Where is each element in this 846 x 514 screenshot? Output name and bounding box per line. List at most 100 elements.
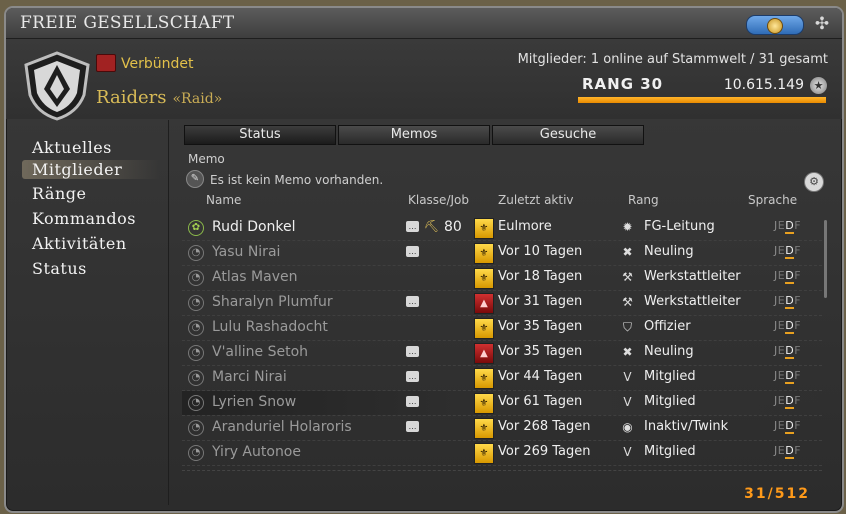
lang-f: F [794,444,802,457]
chat-bubble-icon[interactable]: … [406,221,419,232]
grand-company-icon: ⚜ [474,318,494,339]
company-crest-button[interactable] [746,15,804,35]
lang-f: F [794,294,802,307]
lang-d: D [785,344,795,359]
member-name: Lulu Rashadocht [212,319,328,335]
job-level: 80 [444,219,462,235]
chat-bubble-icon[interactable]: … [406,421,419,432]
job-icon: ⛏ [424,219,440,233]
offline-status-icon: ◔ [188,370,204,386]
member-name: Atlas Maven [212,269,298,285]
table-row[interactable]: ◔ Atlas Maven ⚜ Vor 18 Tagen ⚒ Werkstattleite… [182,266,822,291]
col-language[interactable]: Sprache [748,193,797,207]
scrollbar[interactable] [824,220,827,298]
lang-d: D [785,394,795,409]
settings-icon[interactable]: ⚙ [804,172,824,192]
member-rank: Mitglied [644,394,696,409]
member-rank: Mitglied [644,444,696,459]
list-divider [182,470,822,471]
sidebar-item-status[interactable]: Status [32,259,87,278]
col-name[interactable]: Name [206,193,241,207]
tab-memos[interactable]: Memos [338,125,490,145]
member-name: Yasu Nirai [212,244,281,260]
lang-f: F [794,394,802,407]
sidebar-item-raenge[interactable]: Ränge [32,184,86,203]
table-row[interactable]: ◔ Marci Nirai … ⚜ Vor 44 Tagen V Mitglied JEDF [182,366,822,391]
close-icon[interactable]: ✣ [812,14,832,34]
lang-d: D [785,244,795,259]
lang-d: D [785,294,795,309]
table-row[interactable]: ◔ Sharalyn Plumfur … ▲ Vor 31 Tagen ⚒ Werkstat… [182,291,822,316]
grand-company-icon: ⚜ [474,443,494,464]
chat-bubble-icon[interactable]: … [406,371,419,382]
chat-bubble-icon[interactable]: … [406,396,419,407]
offline-status-icon: ◔ [188,345,204,361]
member-rank: Werkstattleiter [644,294,741,309]
x-icon: ✖ [622,345,633,359]
language-flags: JEDF [774,444,802,459]
lang-f: F [794,319,802,332]
grand-company-icon: ⚜ [474,268,494,289]
fc-rank: RANG 30 [582,75,664,93]
sidebar-item-aktuelles[interactable]: Aktuelles [32,138,112,157]
tab-gesuche[interactable]: Gesuche [492,125,644,145]
alliance-icon [96,54,116,72]
seal-icon [767,18,783,34]
table-row[interactable]: ◔ Lulu Rashadocht ⚜ Vor 35 Tagen ⛉ Offizier JE… [182,316,822,341]
title-bar[interactable]: FREIE GESELLSCHAFT ✣ [6,8,842,39]
table-row[interactable]: ◔ Lyrien Snow … ⚜ Vor 61 Tagen V Mitglied JEDF [182,391,822,416]
member-name: Marci Nirai [212,369,287,385]
lang-f: F [794,419,802,432]
table-row[interactable]: ✿ Rudi Donkel … ⛏ 80 ⚜ Eulmore ✹ FG-Leitung JEDF [182,216,822,241]
lang-d: D [785,369,795,384]
member-rank: Inaktiv/Twink [644,419,729,434]
lang-f: F [794,244,802,257]
col-rank[interactable]: Rang [628,193,659,207]
member-name: Rudi Donkel [212,219,296,235]
chat-bubble-icon[interactable]: … [406,346,419,357]
last-active: Eulmore [498,219,552,234]
col-last-active[interactable]: Zuletzt aktiv [498,193,574,207]
member-name: V'alline Setoh [212,344,309,360]
last-active: Vor 269 Tagen [498,444,591,459]
member-name: Lyrien Snow [212,394,297,410]
table-row[interactable]: ◔ Aranduriel Holaroris … ⚜ Vor 268 Tagen ◉ Ina… [182,416,822,441]
grand-company-icon: ⚜ [474,368,494,389]
chat-bubble-icon[interactable]: … [406,246,419,257]
table-row[interactable]: ◔ V'alline Setoh … ▲ Vor 35 Tagen ✖ Neuling JED… [182,341,822,366]
shield-icon: ⛉ [622,320,632,334]
v-icon: V [623,395,632,409]
member-name: Sharalyn Plumfur [212,294,333,310]
table-row[interactable]: ◔ Yiry Autonoe ⚜ Vor 269 Tagen V Mitglied JEDF [182,441,822,466]
table-row[interactable]: ◔ Yasu Nirai … ⚜ Vor 10 Tagen ✖ Neuling JEDF [182,241,822,266]
member-rank: Offizier [644,319,691,334]
tab-status[interactable]: Status [184,125,336,145]
credits-icon: ★ [809,76,828,95]
col-class-job[interactable]: Klasse/Job [408,193,469,207]
window-title: FREIE GESELLSCHAFT [20,13,235,33]
last-active: Vor 10 Tagen [498,244,583,259]
sidebar-item-aktivitaeten[interactable]: Aktivitäten [32,234,127,253]
language-flags: JEDF [774,294,802,309]
rank-progress-bar [578,97,826,103]
last-active: Vor 35 Tagen [498,344,583,359]
sidebar-item-mitglieder[interactable]: Mitglieder [22,160,160,179]
member-rank: Neuling [644,244,694,259]
fc-tag: «Raid» [172,91,223,107]
hammer-icon: ⚒ [622,295,633,309]
chat-bubble-icon[interactable]: … [406,296,419,307]
company-credits: 10.615.149 [723,77,804,93]
grand-company-icon: ▲ [474,343,494,364]
row-divider [182,465,822,466]
language-flags: JEDF [774,369,801,384]
sidebar-item-kommandos[interactable]: Kommandos [32,209,136,228]
circle-icon: ◉ [622,420,633,434]
edit-memo-icon[interactable]: ✎ [186,170,204,188]
x-icon: ✖ [622,245,633,259]
language-flags: JEDF [774,269,801,284]
memo-label: Memo [188,152,225,166]
language-flags: JEDF [774,244,802,259]
crown-icon: ✹ [622,220,633,234]
v-icon: V [623,370,632,384]
online-status-icon: ✿ [188,220,204,236]
